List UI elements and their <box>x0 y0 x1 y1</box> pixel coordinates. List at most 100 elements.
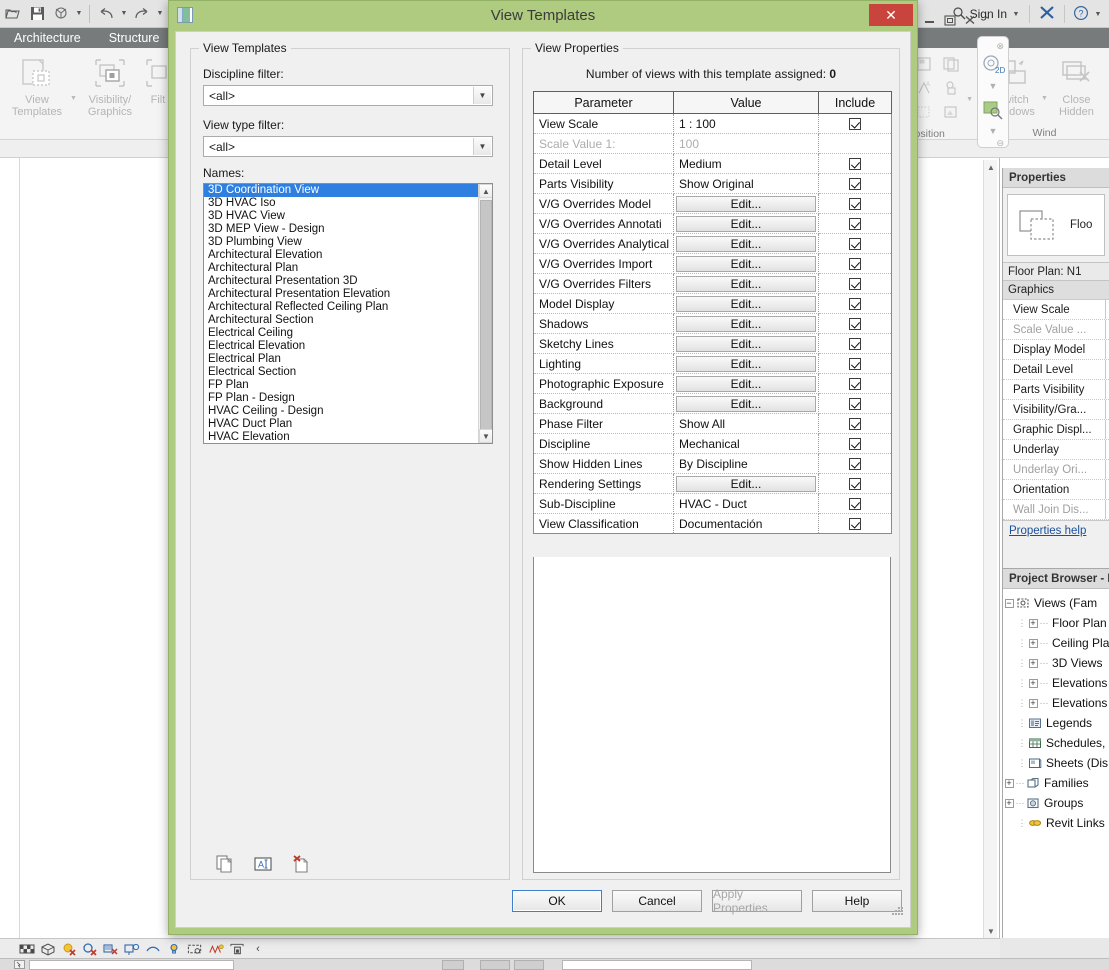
analytical-model-icon[interactable] <box>229 941 245 957</box>
steering-wheel-2d-icon[interactable]: 2D <box>980 54 1006 79</box>
detail-level-icon[interactable] <box>40 941 56 957</box>
visual-style-icon[interactable] <box>61 941 77 957</box>
table-row[interactable]: Show Hidden Lines By Discipline <box>533 453 892 474</box>
property-value[interactable] <box>1105 400 1109 419</box>
include-cell[interactable] <box>818 473 892 494</box>
edit-button[interactable]: Edit... <box>676 395 816 412</box>
value-cell[interactable]: Edit... <box>673 333 819 354</box>
edit-button[interactable]: Edit... <box>676 235 816 252</box>
list-item[interactable]: HVAC Ceiling - Design <box>204 405 478 418</box>
include-cell[interactable] <box>818 333 892 354</box>
revision-icon[interactable] <box>938 76 964 99</box>
exchange-apps-icon[interactable] <box>1038 5 1056 23</box>
duplicate-sheet-icon[interactable] <box>938 52 964 75</box>
edit-button[interactable]: Edit... <box>676 195 816 212</box>
value-cell[interactable]: HVAC - Duct <box>673 493 819 514</box>
list-item[interactable]: Architectural Section <box>204 314 478 327</box>
value-cell[interactable]: Edit... <box>673 193 819 214</box>
value-cell[interactable]: Edit... <box>673 273 819 294</box>
ok-button[interactable]: OK <box>512 890 602 912</box>
include-cell[interactable] <box>818 433 892 454</box>
edit-button[interactable]: Edit... <box>676 335 816 352</box>
include-cell[interactable] <box>818 373 892 394</box>
value-cell[interactable]: Edit... <box>673 293 819 314</box>
table-row[interactable]: V/G Overrides Analytical Edit... <box>533 233 892 254</box>
include-cell[interactable] <box>818 113 892 134</box>
discipline-filter-select[interactable]: <all> ▼ <box>203 85 493 106</box>
list-item[interactable]: HVAC Duct Plan <box>204 418 478 431</box>
value-cell[interactable]: Edit... <box>673 373 819 394</box>
checkbox-checked-icon[interactable] <box>849 418 861 431</box>
checkbox-checked-icon[interactable] <box>849 218 861 231</box>
property-row[interactable]: Display Model <box>1003 340 1109 360</box>
scroll-down-arrow-icon[interactable]: ▼ <box>479 429 492 443</box>
list-item[interactable]: HVAC Elevation <box>204 431 478 443</box>
property-value[interactable] <box>1105 300 1109 319</box>
property-value[interactable] <box>1105 420 1109 439</box>
delete-icon[interactable] <box>291 854 311 874</box>
status-worksets-button[interactable] <box>480 959 510 970</box>
table-row[interactable]: Shadows Edit... <box>533 313 892 334</box>
include-cell[interactable] <box>818 493 892 514</box>
table-row[interactable]: View Classification Documentación <box>533 513 892 534</box>
dialog-resize-grip[interactable] <box>892 907 903 917</box>
view-templates-dropdown-caret[interactable]: ▼ <box>70 95 77 122</box>
tree-item-ceiling-plans[interactable]: ⋮ + ⋯ Ceiling Pla <box>1003 633 1109 653</box>
list-item[interactable]: 3D MEP View - Design <box>204 223 478 236</box>
list-item[interactable]: Electrical Plan <box>204 353 478 366</box>
tree-item-legends[interactable]: ⋮ Legends <box>1003 713 1109 733</box>
collapse-minus-icon[interactable]: − <box>1003 598 1015 608</box>
property-row[interactable]: Orientation <box>1003 480 1109 500</box>
minimize-view-icon[interactable] <box>923 14 937 29</box>
tab-structure[interactable]: Structure <box>95 28 174 48</box>
expand-plus-icon[interactable]: + <box>1027 698 1039 708</box>
include-cell[interactable] <box>818 153 892 174</box>
edit-button[interactable]: Edit... <box>676 215 816 232</box>
value-cell[interactable]: Edit... <box>673 393 819 414</box>
tree-item-3d-views[interactable]: ⋮ + ⋯ 3D Views <box>1003 653 1109 673</box>
table-row[interactable]: Sketchy Lines Edit... <box>533 333 892 354</box>
table-row[interactable]: Photographic Exposure Edit... <box>533 373 892 394</box>
value-cell[interactable]: By Discipline <box>673 453 819 474</box>
status-design-options-button[interactable] <box>514 959 544 970</box>
checkbox-checked-icon[interactable] <box>849 338 861 351</box>
expand-plus-icon[interactable]: + <box>1027 658 1039 668</box>
table-row[interactable]: View Scale 1 : 100 <box>533 113 892 134</box>
include-cell[interactable] <box>818 413 892 434</box>
property-value[interactable] <box>1105 380 1109 399</box>
list-item[interactable]: 3D Coordination View <box>204 184 478 197</box>
restore-view-icon[interactable] <box>943 14 957 29</box>
dialog-title-bar[interactable]: View Templates ✕ <box>169 1 917 29</box>
list-item[interactable]: Architectural Presentation 3D <box>204 275 478 288</box>
table-row[interactable]: Detail Level Medium <box>533 153 892 174</box>
edit-button[interactable]: Edit... <box>676 375 816 392</box>
show-crop-icon[interactable] <box>166 941 182 957</box>
table-row[interactable]: V/G Overrides Annotati Edit... <box>533 213 892 234</box>
duplicate-icon[interactable] <box>215 854 235 874</box>
table-row[interactable]: Parts Visibility Show Original <box>533 173 892 194</box>
value-cell[interactable]: Edit... <box>673 313 819 334</box>
expand-plus-icon[interactable]: + <box>1003 798 1015 808</box>
include-cell[interactable] <box>818 273 892 294</box>
table-row[interactable]: Lighting Edit... <box>533 353 892 374</box>
more-chevron-icon[interactable]: ‹ <box>250 941 266 957</box>
list-item[interactable]: Electrical Elevation <box>204 340 478 353</box>
sync-icon[interactable] <box>50 3 72 25</box>
edit-button[interactable]: Edit... <box>676 275 816 292</box>
table-row[interactable]: Model Display Edit... <box>533 293 892 314</box>
checkbox-checked-icon[interactable] <box>849 318 861 331</box>
property-value[interactable] <box>1105 360 1109 379</box>
table-row[interactable]: V/G Overrides Filters Edit... <box>533 273 892 294</box>
scroll-up-arrow-icon[interactable]: ▲ <box>479 184 492 198</box>
value-cell[interactable]: Mechanical <box>673 433 819 454</box>
chevron-down-icon[interactable]: ▼ <box>473 138 491 155</box>
property-row[interactable]: Underlay <box>1003 440 1109 460</box>
value-cell[interactable]: Show All <box>673 413 819 434</box>
navbar-minimize-icon[interactable]: ⊖ <box>996 138 1008 149</box>
redo-dropdown-caret[interactable]: ▼ <box>155 10 165 17</box>
tree-item-elevations-1[interactable]: ⋮ + ⋯ Elevations <box>1003 673 1109 693</box>
properties-help-link[interactable]: Properties help <box>1003 520 1109 540</box>
tree-item-elevations-2[interactable]: ⋮ + ⋯ Elevations <box>1003 693 1109 713</box>
value-cell[interactable]: Edit... <box>673 353 819 374</box>
checkbox-checked-icon[interactable] <box>849 118 861 131</box>
